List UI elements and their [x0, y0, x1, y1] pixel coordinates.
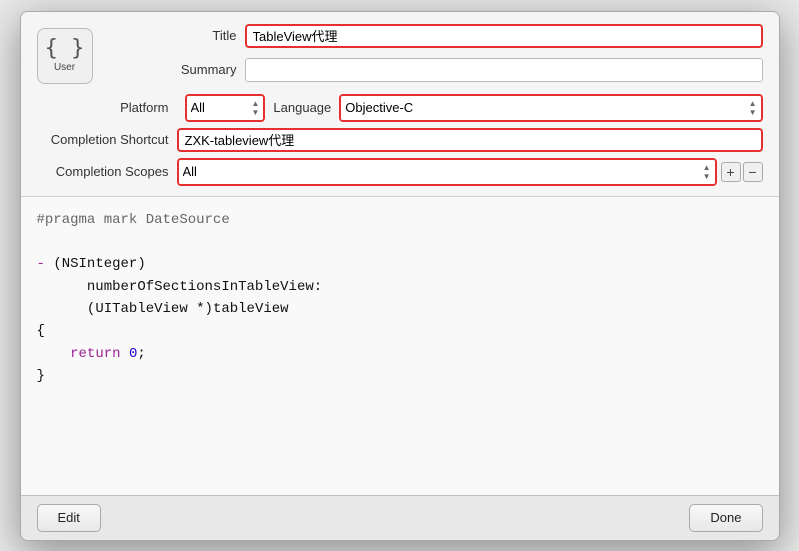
language-label: Language [273, 100, 331, 115]
shortcut-row: Completion Shortcut [37, 128, 763, 152]
remove-scope-button[interactable]: − [743, 162, 763, 182]
footer: Edit Done [21, 495, 779, 540]
summary-input[interactable] [245, 58, 763, 82]
scopes-arrows-icon: ▲▼ [699, 160, 715, 184]
scopes-row: Completion Scopes All Top Level Class Im… [37, 158, 763, 186]
braces-icon: { } [45, 38, 85, 60]
title-row-inner: Title [105, 24, 763, 48]
done-button[interactable]: Done [689, 504, 762, 532]
platform-select-wrapper: All macOS iOS tvOS watchOS ▲▼ [185, 94, 266, 122]
shortcut-label: Completion Shortcut [37, 132, 177, 147]
icon-user-label: User [54, 62, 75, 73]
platform-arrows-icon: ▲▼ [248, 96, 264, 120]
snippet-icon: { } User [37, 28, 93, 84]
language-select-wrapper: Objective-C Swift C C++ ▲▼ [339, 94, 762, 122]
scopes-label: Completion Scopes [37, 164, 177, 179]
shortcut-input[interactable] [177, 128, 763, 152]
scopes-buttons: + − [721, 162, 763, 182]
language-arrows-icon: ▲▼ [745, 96, 761, 120]
platform-language-row: Platform All macOS iOS tvOS watchOS ▲▼ L… [37, 94, 763, 122]
code-editor: #pragma mark DateSource - (NSInteger) nu… [21, 197, 779, 495]
language-select[interactable]: Objective-C Swift C C++ [341, 96, 744, 120]
add-scope-button[interactable]: + [721, 162, 741, 182]
title-input[interactable] [245, 24, 763, 48]
scopes-select-wrapper: All Top Level Class Implementation Funct… [177, 158, 717, 186]
summary-label: Summary [105, 62, 245, 77]
summary-row: Summary [105, 58, 763, 82]
platform-select[interactable]: All macOS iOS tvOS watchOS [187, 96, 248, 120]
snippet-editor-dialog: { } User Title Summary Platform [20, 11, 780, 541]
edit-button[interactable]: Edit [37, 504, 101, 532]
title-row: { } User Title Summary [37, 24, 763, 88]
platform-label: Platform [37, 100, 177, 115]
title-label: Title [105, 28, 245, 43]
scopes-select[interactable]: All Top Level Class Implementation Funct… [179, 160, 699, 184]
code-line-method: - (NSInteger) numberOfSectionsInTableVie… [37, 256, 323, 317]
form-area: { } User Title Summary Platform [21, 12, 779, 197]
code-line-pragma: #pragma mark DateSource [37, 212, 230, 228]
